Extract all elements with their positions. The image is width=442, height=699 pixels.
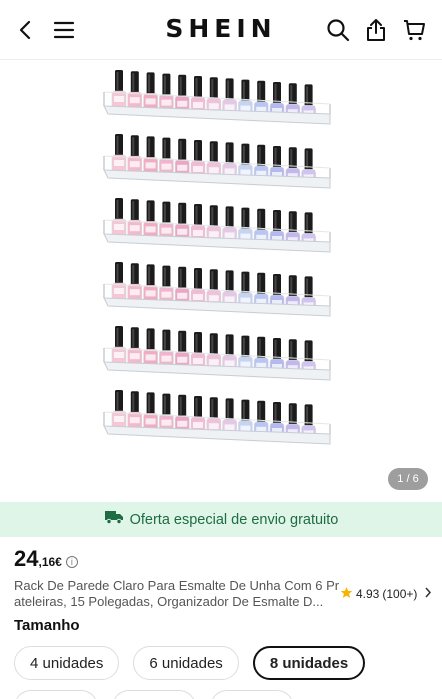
option-chip-partial[interactable] <box>14 690 98 699</box>
polish-cap <box>194 268 202 290</box>
option-chip-partial[interactable] <box>210 690 294 699</box>
image-counter: 1 / 6 <box>388 468 428 490</box>
polish-cap <box>130 327 139 350</box>
rating-value: 4.93 <box>356 587 380 601</box>
polish-cap <box>209 77 218 100</box>
polish-cap <box>130 71 139 94</box>
polish-cap <box>115 326 123 348</box>
polish-cap <box>225 78 234 101</box>
polish-cap <box>146 392 155 415</box>
polish-cap <box>209 141 218 164</box>
product-title-line: ateleiras, 15 Polegadas, Organizador De … <box>14 594 324 609</box>
polish-cap <box>257 208 266 231</box>
polish-cap <box>209 205 218 228</box>
free-shipping-banner[interactable]: Oferta especial de envio gratuito <box>0 502 442 537</box>
price-integer: 24 <box>14 546 39 571</box>
polish-cap <box>146 200 155 223</box>
polish-cap <box>194 396 202 418</box>
polish-cap <box>162 73 171 96</box>
polish-cap <box>241 335 250 358</box>
polish-cap <box>146 136 155 159</box>
polish-cap <box>178 138 187 161</box>
polish-cap <box>162 329 171 352</box>
polish-cap <box>115 198 123 220</box>
price-decimal: ,16€ <box>38 555 62 569</box>
polish-cap <box>257 400 266 423</box>
promo-text: Oferta especial de envio gratuito <box>129 511 339 528</box>
polish-cap <box>225 334 234 357</box>
polish-cap <box>178 74 187 97</box>
product-image <box>103 70 331 445</box>
info-icon[interactable]: i <box>65 556 78 568</box>
top-bar: SHEIN <box>0 0 442 60</box>
polish-cap <box>194 76 202 98</box>
share-icon[interactable] <box>362 16 390 44</box>
polish-cap <box>130 391 139 414</box>
polish-cap <box>241 143 250 166</box>
polish-cap <box>178 394 187 417</box>
product-image-gallery[interactable]: 1 / 6 <box>0 60 442 502</box>
polish-cap <box>162 265 171 288</box>
truck-icon <box>104 509 124 530</box>
polish-cap <box>178 202 187 225</box>
polish-cap <box>194 140 202 162</box>
product-title[interactable]: Rack De Parede Claro Para Esmalte De Unh… <box>14 578 340 610</box>
polish-cap <box>130 199 139 222</box>
product-price: 24 ,16€ i <box>14 546 78 572</box>
option-chip-partial[interactable] <box>112 690 196 699</box>
chevron-right-icon <box>424 587 432 601</box>
polish-cap <box>162 137 171 160</box>
rating-count: (100+) <box>382 587 418 601</box>
polish-cap <box>241 399 250 422</box>
polish-cap <box>241 207 250 230</box>
polish-cap <box>162 393 171 416</box>
size-option-4[interactable]: 4 unidades <box>14 646 120 680</box>
polish-cap <box>130 135 139 158</box>
polish-cap <box>257 80 266 103</box>
polish-cap <box>178 330 187 353</box>
polish-cap <box>115 134 123 156</box>
size-label: Tamanho <box>14 617 80 634</box>
polish-cap <box>146 328 155 351</box>
polish-cap <box>178 266 187 289</box>
polish-cap <box>257 272 266 295</box>
polish-cap <box>241 79 250 102</box>
polish-cap <box>257 144 266 167</box>
polish-cap <box>130 263 139 286</box>
polish-cap <box>194 332 202 354</box>
polish-cap <box>209 333 218 356</box>
size-options: 4 unidades 6 unidades 8 unidades <box>14 646 366 680</box>
product-title-line: Rack De Parede Claro Para Esmalte De Unh… <box>14 578 340 593</box>
polish-cap <box>225 398 234 421</box>
search-icon[interactable] <box>324 16 352 44</box>
polish-cap <box>115 390 123 412</box>
polish-cap <box>225 206 234 229</box>
polish-cap <box>225 270 234 293</box>
polish-cap <box>209 397 218 420</box>
polish-cap <box>115 70 123 92</box>
polish-cap <box>146 72 155 95</box>
polish-cap <box>115 262 123 284</box>
product-rating[interactable]: 4.93 (100+) <box>340 586 432 602</box>
polish-cap <box>162 201 171 224</box>
size-option-8[interactable]: 8 unidades <box>252 646 366 680</box>
polish-cap <box>194 204 202 226</box>
cart-icon[interactable] <box>400 16 428 44</box>
more-options-row <box>14 690 294 699</box>
polish-cap <box>241 271 250 294</box>
polish-cap <box>146 264 155 287</box>
polish-cap <box>257 336 266 359</box>
size-option-6[interactable]: 6 unidades <box>133 646 239 680</box>
star-icon <box>340 586 353 602</box>
polish-cap <box>225 142 234 165</box>
polish-cap <box>209 269 218 292</box>
